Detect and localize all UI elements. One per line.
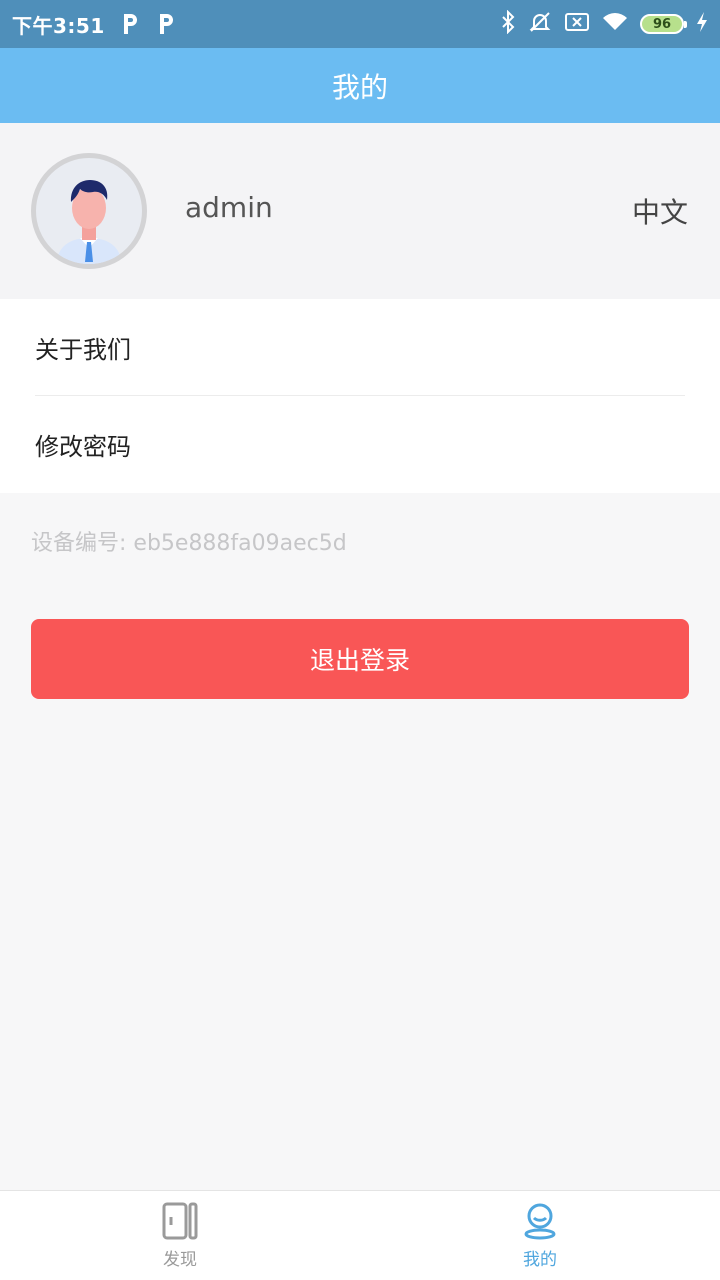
battery-level: 96 (652, 16, 672, 32)
avatar[interactable] (31, 153, 147, 269)
menu-item-label: 关于我们 (35, 335, 131, 364)
page-title: 我的 (331, 70, 388, 104)
discover-icon (162, 1202, 198, 1240)
header: 我的 (0, 48, 720, 123)
avatar-illustration-icon (56, 180, 122, 264)
status-time: 下午3:51 (12, 13, 105, 38)
language-switch[interactable]: 中文 (632, 191, 688, 231)
charging-icon (696, 11, 708, 37)
p-app-icon (119, 12, 141, 36)
no-sim-icon (564, 11, 590, 37)
tab-profile[interactable]: 我的 (360, 1191, 720, 1280)
bluetooth-icon (500, 9, 516, 38)
profile-section: admin 中文 (0, 123, 720, 299)
device-id: 设备编号: eb5e888fa09aec5d (31, 531, 347, 556)
tab-label: 发现 (163, 1250, 197, 1270)
menu-list: 关于我们 修改密码 (0, 299, 720, 493)
status-bar: 下午3:51 96 (0, 0, 720, 48)
wifi-icon (602, 11, 628, 37)
menu-item-about-us[interactable]: 关于我们 (35, 299, 685, 396)
profile-icon (524, 1203, 556, 1240)
menu-item-change-password[interactable]: 修改密码 (35, 396, 685, 493)
mute-bell-icon (528, 10, 552, 38)
tab-discover[interactable]: 发现 (0, 1191, 360, 1280)
battery-icon: 96 (640, 14, 687, 34)
logout-button[interactable]: 退出登录 (31, 619, 689, 699)
tab-label: 我的 (523, 1250, 557, 1270)
username: admin (185, 191, 273, 224)
tab-bar: 发现 我的 (0, 1190, 720, 1280)
menu-item-label: 修改密码 (35, 433, 131, 461)
p-app-icon (155, 12, 177, 36)
